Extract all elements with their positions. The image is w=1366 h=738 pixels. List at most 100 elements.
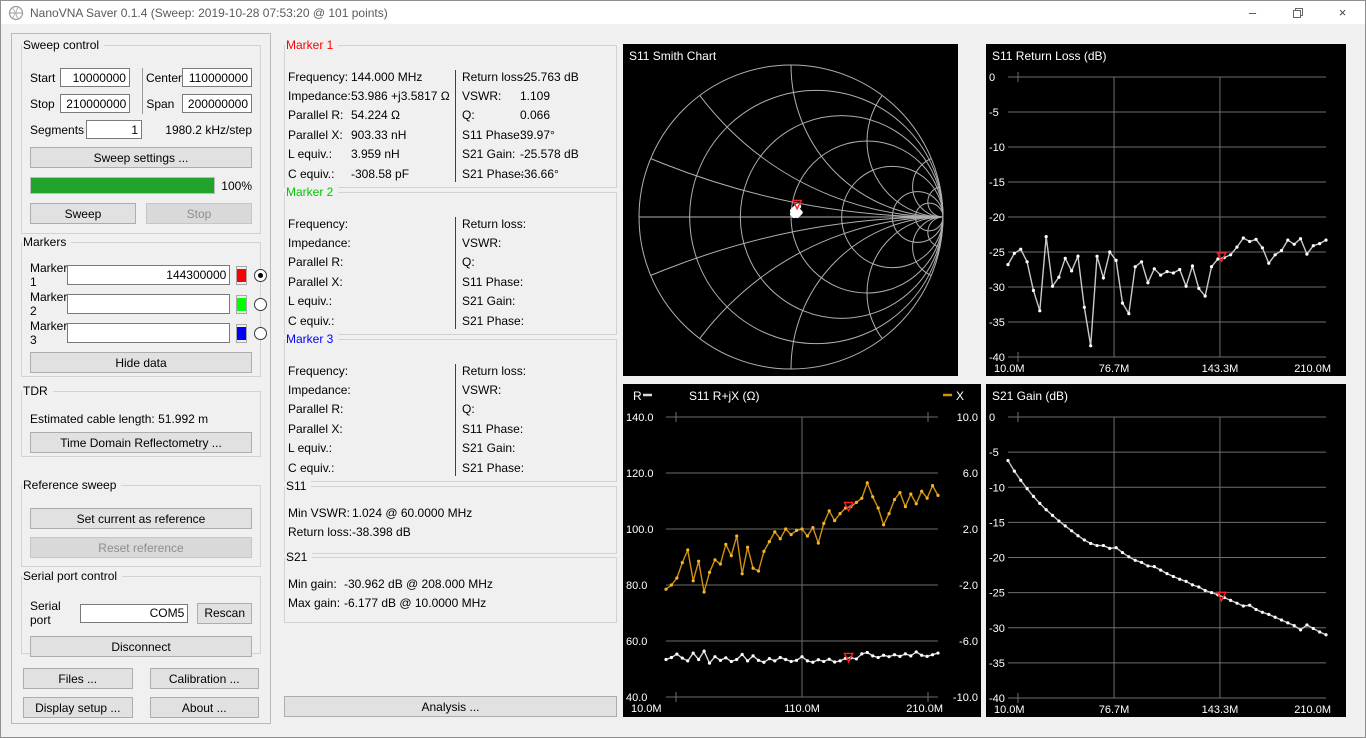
display-setup-button[interactable]: Display setup ...: [23, 697, 133, 718]
info-label: Frequency:: [288, 69, 349, 84]
svg-text:10.0M: 10.0M: [994, 704, 1025, 716]
info-value: 53.986 +j3.5817 Ω: [351, 89, 450, 104]
panel-bottom-buttons: Files ... Calibration ... Display setup …: [21, 668, 261, 718]
svg-text:143.3M: 143.3M: [1202, 704, 1239, 716]
s11-summary-group: S11 Min VSWR: 1.024 @ 60.0000 MHz Return…: [284, 479, 617, 554]
stop-button[interactable]: Stop: [146, 203, 252, 224]
info-label: Impedance:: [288, 383, 351, 398]
sweep-progress-fill: [31, 178, 215, 193]
svg-text:6.0: 6.0: [963, 468, 978, 480]
info-label: Parallel X:: [288, 127, 343, 142]
start-label: Start: [30, 70, 56, 85]
hide-data-button[interactable]: Hide data: [30, 352, 252, 373]
svg-text:-20: -20: [989, 553, 1005, 565]
serial-port-input[interactable]: [80, 603, 189, 623]
s21-min-gain-label: Min gain:: [288, 576, 337, 591]
files-button[interactable]: Files ...: [23, 668, 133, 689]
svg-text:S21 Gain (dB): S21 Gain (dB): [992, 389, 1068, 403]
span-frequency-input[interactable]: [182, 94, 252, 113]
start-frequency-input[interactable]: [59, 68, 130, 87]
tdr-legend: TDR: [22, 384, 53, 399]
rescan-button[interactable]: Rescan: [197, 602, 252, 624]
rjx-chart[interactable]: S11 R+jX (Ω) R X 140.0 120.0 100.0 80.0 60.0 40.…: [623, 384, 981, 717]
info-label: VSWR:: [462, 383, 502, 398]
set-reference-button[interactable]: Set current as reference: [30, 508, 252, 529]
info-value: 903.33 nH: [351, 127, 407, 142]
info-label: Parallel X:: [288, 421, 343, 436]
marker3-color-swatch[interactable]: [236, 323, 248, 343]
info-value: -308.58 pF: [351, 166, 410, 181]
svg-text:-2.0: -2.0: [959, 580, 978, 592]
sweep-control-group: Sweep control Start Center Stop Span Seg…: [21, 38, 261, 234]
cable-length-label: Estimated cable length:: [30, 412, 155, 426]
sweep-button[interactable]: Sweep: [30, 203, 136, 224]
s21-gain-chart[interactable]: S21 Gain (dB) 0 -5 -10 -15 -20 -25 -30 -35 -40 10.…: [986, 384, 1346, 717]
center-frequency-input[interactable]: [182, 68, 252, 87]
svg-text:-5: -5: [989, 107, 999, 119]
s11-min-vswr-value: 1.024 @ 60.0000 MHz: [352, 505, 473, 520]
info-label: C equiv.:: [288, 166, 335, 181]
svg-text:R: R: [633, 389, 642, 403]
analysis-button[interactable]: Analysis ...: [284, 696, 617, 717]
svg-text:-15: -15: [989, 177, 1005, 189]
about-button[interactable]: About ...: [149, 697, 259, 718]
s11-legend: S11: [285, 479, 312, 494]
info-label: VSWR:: [462, 236, 502, 251]
sweep-settings-button[interactable]: Sweep settings ...: [30, 147, 252, 168]
s21-legend: S21: [285, 550, 313, 565]
svg-text:X: X: [956, 389, 964, 403]
info-value: -25.763 dB: [520, 69, 579, 84]
tdr-button[interactable]: Time Domain Reflectometry ...: [30, 432, 252, 453]
s11-return-loss-value: -38.398 dB: [352, 524, 411, 539]
svg-text:-10: -10: [989, 142, 1005, 154]
svg-text:-6.0: -6.0: [959, 636, 978, 648]
column-divider: [455, 70, 456, 182]
svg-text:10.0M: 10.0M: [631, 703, 662, 715]
sweep-control-legend: Sweep control: [22, 38, 105, 53]
svg-text:-15: -15: [989, 517, 1005, 529]
svg-text:210.0M: 210.0M: [1294, 704, 1331, 716]
serial-port-group: Serial port control Serial port Rescan D…: [21, 569, 261, 657]
info-value: 144.000 MHz: [351, 69, 423, 84]
info-value: 54.224 Ω: [351, 108, 401, 123]
svg-text:-10: -10: [989, 482, 1005, 494]
marker2-color-swatch[interactable]: [236, 294, 248, 314]
close-button[interactable]: ×: [1320, 1, 1365, 24]
info-label: Frequency:: [288, 363, 349, 378]
info-label: Impedance:: [288, 236, 351, 251]
svg-text:-35: -35: [989, 658, 1005, 670]
marker2-frequency-input[interactable]: [67, 294, 231, 314]
marker1-frequency-input[interactable]: [67, 265, 231, 285]
marker3-radio[interactable]: [254, 326, 268, 340]
column-divider: [455, 217, 456, 329]
info-label: Return loss:: [462, 363, 527, 378]
restore-button[interactable]: [1275, 1, 1320, 24]
reset-reference-button[interactable]: Reset reference: [30, 537, 252, 558]
marker3-frequency-input[interactable]: [67, 323, 231, 343]
info-label: Parallel R:: [288, 402, 344, 417]
s21-summary-group: S21 Min gain: -30.962 dB @ 208.000 MHz M…: [284, 550, 617, 623]
info-label: S21 Gain:: [462, 147, 516, 162]
disconnect-button[interactable]: Disconnect: [30, 636, 252, 657]
info-label: L equiv.:: [288, 441, 333, 456]
markers-legend: Markers: [22, 235, 72, 250]
segments-input[interactable]: [86, 120, 142, 139]
info-label: Parallel X:: [288, 274, 343, 289]
svg-text:143.3M: 143.3M: [1202, 363, 1239, 375]
svg-text:-25: -25: [989, 247, 1005, 259]
info-label: Q:: [462, 402, 475, 417]
info-label: C equiv.:: [288, 460, 335, 475]
return-loss-chart[interactable]: S11 Return Loss (dB) 0 -5 -10 -15 -20 -25 -30 -3…: [986, 44, 1346, 376]
svg-text:100.0: 100.0: [626, 524, 654, 536]
minimize-icon: –: [1248, 5, 1257, 20]
s21-max-gain-label: Max gain:: [288, 595, 341, 610]
smith-chart[interactable]: S11 Smith Chart: [623, 44, 958, 376]
calibration-button[interactable]: Calibration ...: [149, 668, 259, 689]
marker1-color-swatch[interactable]: [236, 265, 248, 285]
info-label: Q:: [462, 255, 475, 270]
marker-info-title: Marker 3: [285, 332, 339, 347]
marker2-radio[interactable]: [254, 297, 268, 311]
marker1-radio[interactable]: [254, 268, 268, 282]
minimize-button[interactable]: –: [1230, 1, 1275, 24]
stop-frequency-input[interactable]: [60, 94, 131, 113]
